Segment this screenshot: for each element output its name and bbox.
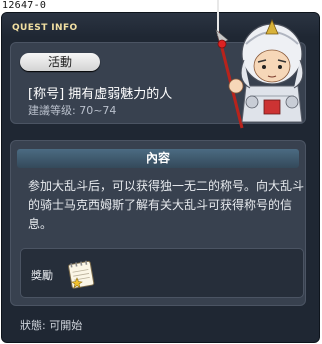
recommended-level: 建議等级: 70~74 [28,104,117,117]
category-badge: 活動 [20,53,100,71]
content-header: 內容 [17,149,299,168]
quest-description: 参加大乱斗后，可以获得独一无二的称号。向大乱斗的骑士马克西姆斯了解有关大乱斗可获… [28,179,305,231]
window-title: QUEST INFO [12,23,78,33]
quest-id: 12647-0 [2,0,47,11]
reward-box [20,248,304,298]
reward-label: 獎勵 [31,269,53,282]
note-pad-icon[interactable] [64,258,96,290]
quest-status: 狀態: 可開始 [20,319,83,332]
quest-name: [称号] 拥有虚弱魅力的人 [28,87,173,102]
npc-knight-portrait [215,0,304,129]
